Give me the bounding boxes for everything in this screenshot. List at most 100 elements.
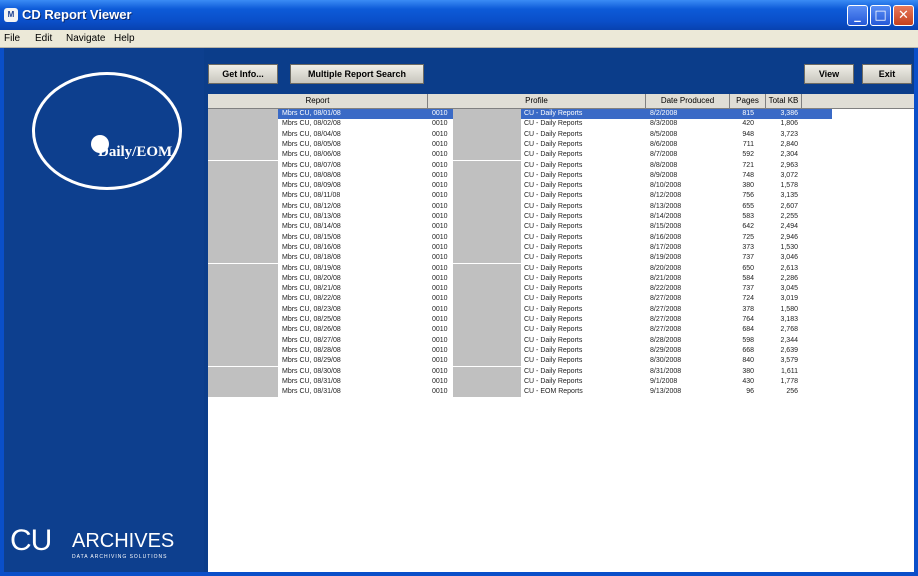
report-table[interactable]: Report Profile Date Produced Pages Total… [208,94,914,572]
table-row[interactable]: Mbrs CU, 08/06/08 0010 CU - Daily Reports 8… [208,150,832,161]
row-shade [208,160,278,171]
cell-pages: 840 [742,357,754,365]
menu-bar: File Edit Navigate Help [0,30,918,48]
menu-edit[interactable]: Edit [35,33,52,44]
table-row[interactable]: Mbrs CU, 08/09/08 0010 CU - Daily Reports 8… [208,181,832,192]
row-shade [453,366,521,377]
cell-profile: CU - Daily Reports [524,192,583,200]
cell-total-kb: 2,494 [780,223,798,231]
table-row[interactable]: Mbrs CU, 08/20/08 0010 CU - Daily Reports 8… [208,273,832,285]
table-row[interactable]: Mbrs CU, 08/18/08 0010 CU - Daily Reports 8… [208,253,832,264]
table-row[interactable]: Mbrs CU, 08/05/08 0010 CU - Daily Reports 8… [208,139,832,151]
cell-date-produced: 8/27/2008 [650,305,682,313]
table-row[interactable]: Mbrs CU, 08/11/08 0010 CU - Daily Reports 8… [208,191,832,202]
table-row[interactable]: Mbrs CU, 08/12/08 0010 CU - Daily Reports 8… [208,201,832,212]
row-shade [208,150,278,161]
cell-report: Mbrs CU, 08/22/08 [282,295,341,303]
column-header-date[interactable]: Date Produced [646,94,730,109]
cell-report: Mbrs CU, 08/12/08 [282,202,341,210]
table-row[interactable]: Mbrs CU, 08/22/08 0010 CU - Daily Reports 8… [208,294,832,305]
cell-pages: 380 [742,182,754,190]
cell-report: Mbrs CU, 08/31/08 [282,388,341,396]
close-button[interactable]: ✕ [893,5,914,26]
maximize-button[interactable]: □ [870,5,891,26]
table-row[interactable]: Mbrs CU, 08/01/08 0010 CU - Daily Reports 8… [208,109,832,120]
cell-profile: CU - Daily Reports [524,223,583,231]
cell-date-produced: 8/16/2008 [650,233,682,241]
view-button[interactable]: View [804,64,854,84]
cell-report: Mbrs CU, 08/30/08 [282,367,341,375]
table-row[interactable]: Mbrs CU, 08/07/08 0010 CU - Daily Reports 8… [208,160,832,171]
cell-report: Mbrs CU, 08/23/08 [282,305,341,313]
multiple-report-search-button[interactable]: Multiple Report Search [290,64,424,84]
row-shade [208,253,278,264]
row-shade [208,263,278,274]
row-shade [453,253,521,264]
cell-code: 0010 [432,213,448,220]
cell-profile: CU - Daily Reports [524,336,583,344]
table-row[interactable]: Mbrs CU, 08/27/08 0010 CU - Daily Reports 8… [208,335,832,346]
cell-report: Mbrs CU, 08/26/08 [282,326,341,334]
cell-code: 0010 [432,305,448,313]
app-icon: M [4,8,18,22]
row-shade [208,294,278,305]
table-row[interactable]: Mbrs CU, 08/29/08 0010 CU - Daily Reports 8… [208,356,832,367]
cell-pages: 96 [746,388,754,396]
get-info-button[interactable]: Get Info... [208,64,278,84]
cell-pages: 655 [742,202,754,210]
cell-profile: CU - Daily Reports [524,326,583,334]
cell-total-kb: 2,286 [780,274,798,282]
minimize-icon: _ [854,8,861,23]
cell-report: Mbrs CU, 08/19/08 [282,264,341,272]
exit-button[interactable]: Exit [862,64,912,84]
row-shade [453,263,521,274]
menu-navigate[interactable]: Navigate [66,33,105,44]
table-row[interactable]: Mbrs CU, 08/16/08 0010 CU - Daily Reports 8… [208,242,832,254]
cell-code: 0010 [432,336,448,344]
cell-profile: CU - Daily Reports [524,305,583,313]
column-header-pages[interactable]: Pages [730,94,766,109]
title-bar[interactable]: M CD Report Viewer _ □ ✕ [0,0,918,30]
table-row[interactable]: Mbrs CU, 08/13/08 0010 CU - Daily Reports 8… [208,212,832,223]
table-row[interactable]: Mbrs CU, 08/21/08 0010 CU - Daily Reports 8… [208,284,832,295]
column-header-total-kb[interactable]: Total KB [766,94,802,109]
cell-pages: 642 [742,223,754,231]
cell-profile: CU - Daily Reports [524,274,583,282]
cell-report: Mbrs CU, 08/07/08 [282,161,341,169]
cell-pages: 737 [742,254,754,262]
archives-logo-text: ARCHIVES [72,530,175,552]
table-row[interactable]: Mbrs CU, 08/31/08 0010 CU - Daily Reports 9… [208,376,832,388]
row-shade [453,294,521,305]
menu-help[interactable]: Help [114,33,135,44]
table-row[interactable]: Mbrs CU, 08/08/08 0010 CU - Daily Reports 8… [208,170,832,182]
cell-pages: 378 [742,305,754,313]
table-row[interactable]: Mbrs CU, 08/19/08 0010 CU - Daily Reports 8… [208,263,832,274]
cell-profile: CU - Daily Reports [524,171,583,179]
cell-date-produced: 8/3/2008 [650,120,678,128]
table-row[interactable]: Mbrs CU, 08/30/08 0010 CU - Daily Reports 8… [208,366,832,377]
cell-report: Mbrs CU, 08/15/08 [282,233,341,241]
table-row[interactable]: Mbrs CU, 08/15/08 0010 CU - Daily Reports 8… [208,232,832,243]
cell-profile: CU - Daily Reports [524,357,583,365]
row-shade [453,150,521,161]
minimize-button[interactable]: _ [847,5,868,26]
row-shade [453,376,521,388]
table-row[interactable]: Mbrs CU, 08/26/08 0010 CU - Daily Reports 8… [208,325,832,336]
table-row[interactable]: Mbrs CU, 08/31/08 0010 CU - EOM Reports 9/1… [208,387,832,398]
column-header-profile[interactable]: Profile [428,94,646,109]
column-header-report[interactable]: Report [208,94,428,109]
table-row[interactable]: Mbrs CU, 08/02/08 0010 CU - Daily Reports 8… [208,119,832,130]
row-shade [208,129,278,140]
cell-date-produced: 8/5/2008 [650,130,678,138]
cell-total-kb: 2,255 [780,213,798,220]
table-row[interactable]: Mbrs CU, 08/25/08 0010 CU - Daily Reports 8… [208,315,832,326]
row-shade [453,387,521,398]
table-row[interactable]: Mbrs CU, 08/04/08 0010 CU - Daily Reports 8… [208,129,832,140]
cell-profile: CU - Daily Reports [524,110,583,117]
menu-file[interactable]: File [4,33,20,44]
table-row[interactable]: Mbrs CU, 08/28/08 0010 CU - Daily Reports 8… [208,345,832,357]
row-shade [208,376,278,388]
maximize-icon: □ [874,8,887,23]
table-row[interactable]: Mbrs CU, 08/23/08 0010 CU - Daily Reports 8… [208,304,832,315]
table-row[interactable]: Mbrs CU, 08/14/08 0010 CU - Daily Reports 8… [208,222,832,233]
